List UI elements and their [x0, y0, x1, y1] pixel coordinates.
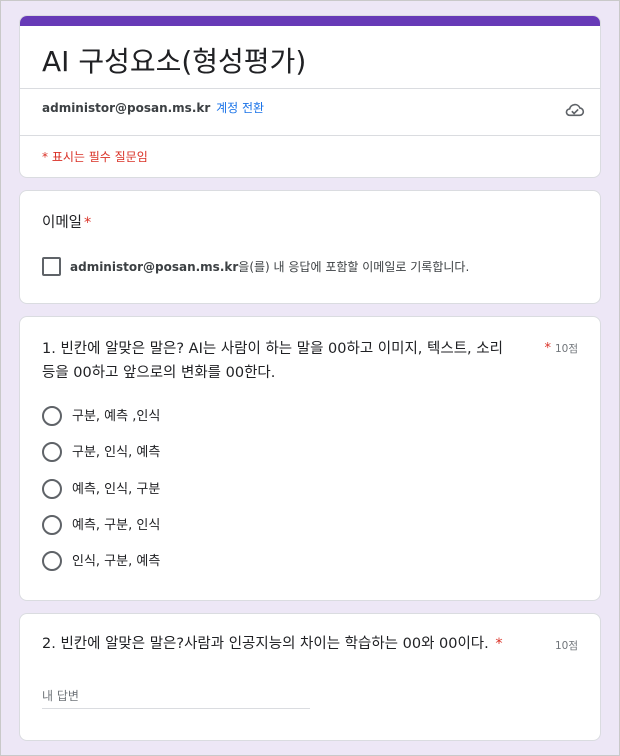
divider [20, 135, 600, 136]
option-label: 구분, 인식, 예측 [72, 445, 161, 460]
question-title-line: 등을 00하고 앞으로의 변화를 00한다. [42, 365, 276, 381]
form-title: AI 구성요소(형성평가) [42, 45, 307, 78]
question-card: 2. 빈칸에 알맞은 말은?사람과 인공지능의 차이는 학습하는 00와 00이… [19, 613, 601, 741]
accent-bar [20, 16, 600, 26]
radio-button[interactable] [42, 551, 62, 571]
radio-button[interactable] [42, 442, 62, 462]
question-title: 이메일 * [42, 211, 91, 235]
checkbox-email: administor@posan.ms.kr [70, 260, 239, 274]
option-label: 예측, 구분, 인식 [72, 518, 161, 533]
short-answer-input[interactable] [42, 684, 310, 709]
question-title-text: 이메일 [42, 215, 83, 231]
option-label: 인식, 구분, 예측 [72, 554, 161, 569]
required-star: * [84, 215, 92, 231]
option-label: 구분, 예측 ,인식 [72, 409, 161, 424]
record-email-label: administor@posan.ms.kr을(를) 내 응답에 포함할 이메일… [70, 258, 469, 275]
divider [20, 88, 600, 89]
account-email: administor@posan.ms.kr [42, 101, 211, 115]
question-title: 1. 빈칸에 알맞은 말은? AI는 사람이 하는 말을 00하고 이미지, 텍… [42, 337, 532, 385]
points-value: 10점 [554, 343, 578, 355]
question-title: 2. 빈칸에 알맞은 말은?사람과 인공지능의 차이는 학습하는 00와 00이… [42, 632, 532, 656]
radio-button[interactable] [42, 406, 62, 426]
option-label: 예측, 인식, 구분 [72, 482, 161, 497]
account-row: administor@posan.ms.kr 계정 전환 [42, 99, 264, 116]
form-header-card: AI 구성요소(형성평가) administor@posan.ms.kr 계정 … [19, 15, 601, 178]
required-star: * [544, 341, 551, 356]
question-card: 1. 빈칸에 알맞은 말은? AI는 사람이 하는 말을 00하고 이미지, 텍… [19, 316, 601, 601]
required-star: * [495, 636, 503, 652]
record-email-checkbox[interactable] [42, 257, 61, 276]
checkbox-text: 을(를) 내 응답에 포함할 이메일로 기록합니다. [238, 260, 470, 274]
points-label: * 10점 [544, 341, 578, 356]
cloud-done-icon [565, 103, 585, 117]
radio-button[interactable] [42, 515, 62, 535]
switch-account-link[interactable]: 계정 전환 [216, 101, 264, 115]
email-question-card: 이메일 * administor@posan.ms.kr을(를) 내 응답에 포함… [19, 190, 601, 304]
points-label: 10점 [554, 640, 578, 652]
question-title-line: 1. 빈칸에 알맞은 말은? AI는 사람이 하는 말을 00하고 이미지, 텍… [42, 341, 503, 357]
required-note: * 표시는 필수 질문임 [42, 150, 148, 164]
radio-button[interactable] [42, 479, 62, 499]
question-title-text: 2. 빈칸에 알맞은 말은?사람과 인공지능의 차이는 학습하는 00와 00이… [42, 636, 489, 652]
